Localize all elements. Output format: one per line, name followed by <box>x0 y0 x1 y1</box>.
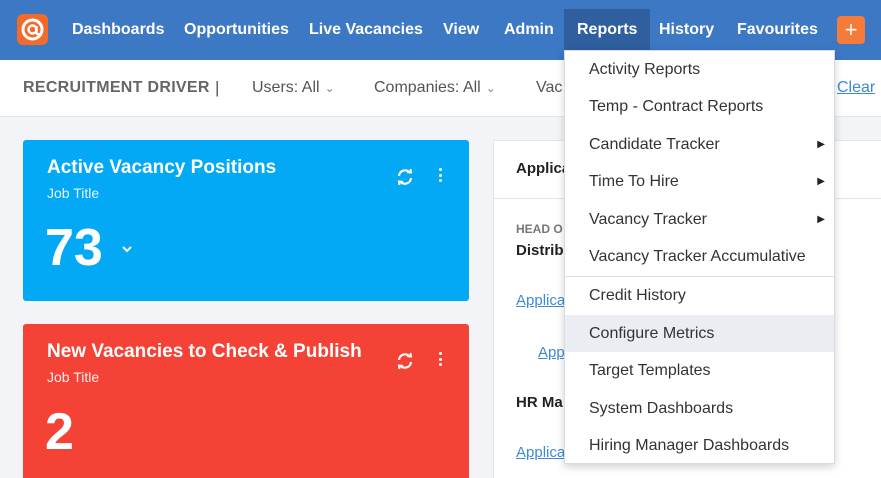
submenu-arrow-icon: ▶ <box>817 176 825 187</box>
card-value: 2 <box>45 403 74 461</box>
refresh-icon[interactable] <box>396 352 414 375</box>
clear-filters-link[interactable]: Clear <box>837 79 875 97</box>
panel-heading: Applica <box>516 160 571 177</box>
menu-item-temp-contract-reports[interactable]: Temp - Contract Reports <box>565 88 834 125</box>
card-title: Active Vacancy Positions <box>47 157 277 178</box>
more-options-icon[interactable] <box>437 352 443 368</box>
chevron-down-icon[interactable] <box>122 240 132 258</box>
filter-separator: | <box>215 78 220 97</box>
active-vacancy-positions-card: Active Vacancy Positions Job Title 73 <box>23 140 469 301</box>
menu-item-activity-reports[interactable]: Activity Reports <box>565 51 834 88</box>
menu-item-time-to-hire[interactable]: Time To Hire ▶ <box>565 163 834 200</box>
menu-item-credit-history[interactable]: Credit History <box>565 277 834 314</box>
companies-filter-label: Companies: All <box>374 79 481 96</box>
menu-item-system-dashboards[interactable]: System Dashboards <box>565 390 834 427</box>
nav-favourites[interactable]: Favourites <box>737 9 818 51</box>
add-plus-button[interactable]: + <box>837 16 865 44</box>
section-caps-label: HEAD O <box>516 222 563 236</box>
menu-item-label: Candidate Tracker <box>589 136 720 153</box>
refresh-icon[interactable] <box>396 168 414 191</box>
card-value: 73 <box>45 219 103 277</box>
chevron-down-icon: ⌄ <box>485 81 496 95</box>
menu-item-label: Time To Hire <box>589 173 679 190</box>
new-vacancies-card: New Vacancies to Check & Publish Job Tit… <box>23 324 469 478</box>
dashboard-title: RECRUITMENT DRIVER <box>23 79 210 96</box>
menu-item-label: Hiring Manager Dashboards <box>589 437 790 454</box>
menu-item-label: Target Templates <box>589 362 711 379</box>
app-logo-icon[interactable] <box>17 14 48 45</box>
section-bold-label: HR Ma <box>516 394 563 411</box>
menu-item-label: System Dashboards <box>589 400 734 417</box>
menu-item-target-templates[interactable]: Target Templates <box>565 352 834 389</box>
card-subtitle: Job Title <box>47 185 100 201</box>
menu-item-label: Temp - Contract Reports <box>589 98 764 115</box>
vacancies-filter[interactable]: Vac <box>536 79 562 97</box>
users-filter[interactable]: Users: All ⌄ <box>252 79 335 97</box>
menu-item-label: Vacancy Tracker <box>589 211 707 228</box>
nav-admin[interactable]: Admin <box>504 9 554 51</box>
nav-live-vacancies[interactable]: Live Vacancies <box>309 9 423 51</box>
more-options-icon[interactable] <box>437 168 443 184</box>
menu-item-candidate-tracker[interactable]: Candidate Tracker ▶ <box>565 126 834 163</box>
section-bold-label: Distrib <box>516 242 564 259</box>
nav-view[interactable]: View <box>443 9 479 51</box>
submenu-arrow-icon: ▶ <box>817 139 825 150</box>
nav-opportunities[interactable]: Opportunities <box>184 9 289 51</box>
users-filter-label: Users: All <box>252 79 320 96</box>
submenu-arrow-icon: ▶ <box>817 214 825 225</box>
vacancies-filter-label: Vac <box>536 79 563 96</box>
menu-item-label: Activity Reports <box>589 61 701 78</box>
menu-item-vacancy-tracker[interactable]: Vacancy Tracker ▶ <box>565 201 834 238</box>
nav-reports[interactable]: Reports <box>564 9 651 51</box>
menu-item-hiring-manager-dashboards[interactable]: Hiring Manager Dashboards <box>565 427 834 464</box>
nav-dashboards[interactable]: Dashboards <box>72 9 164 51</box>
card-title: New Vacancies to Check & Publish <box>47 341 362 362</box>
menu-item-configure-metrics[interactable]: Configure Metrics <box>565 315 834 352</box>
menu-item-vacancy-tracker-accumulative[interactable]: Vacancy Tracker Accumulative <box>565 238 834 275</box>
chevron-down-icon: ⌄ <box>324 81 335 95</box>
nav-history[interactable]: History <box>659 9 714 51</box>
reports-dropdown-menu: Activity Reports Temp - Contract Reports… <box>564 50 835 464</box>
companies-filter[interactable]: Companies: All ⌄ <box>374 79 496 97</box>
applications-link[interactable]: Applica <box>516 292 565 309</box>
card-subtitle: Job Title <box>47 369 100 385</box>
applications-link[interactable]: Applica <box>516 444 565 461</box>
menu-item-label: Vacancy Tracker Accumulative <box>589 248 806 265</box>
menu-item-label: Credit History <box>589 287 686 304</box>
menu-item-label: Configure Metrics <box>589 325 715 342</box>
